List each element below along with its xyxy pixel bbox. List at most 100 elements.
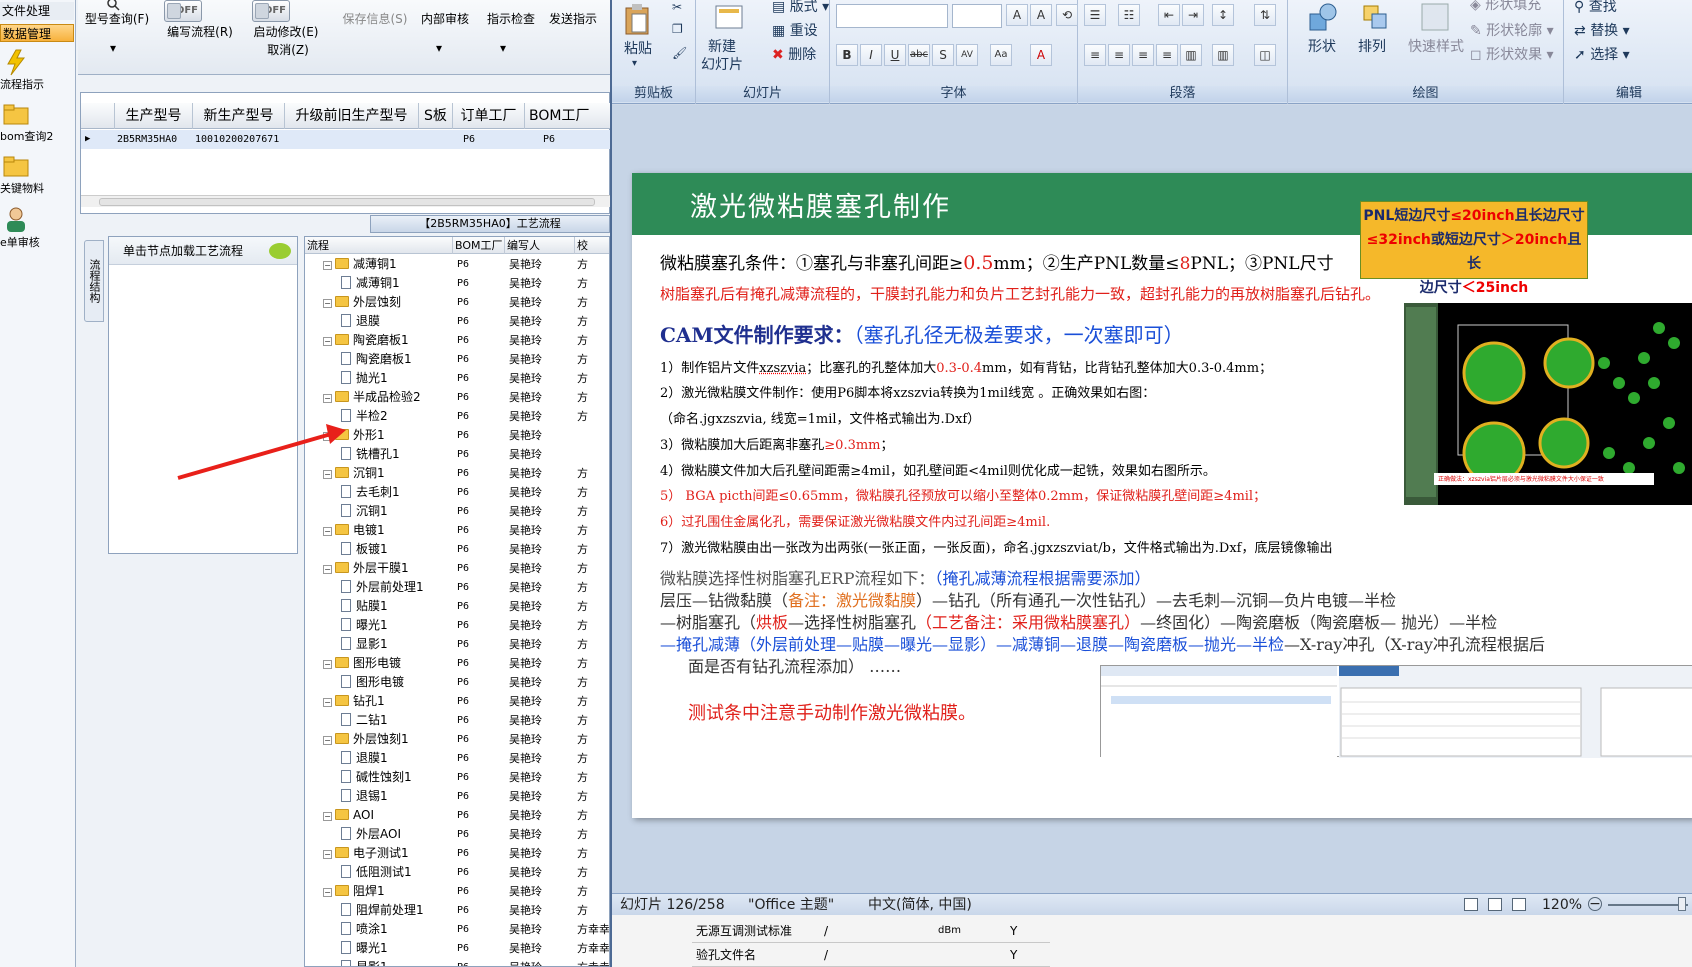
cad-screenshot-image: 正确做法：xzszvia铝片层必须与激光微粘膜文件大小保证一致: [1404, 303, 1692, 505]
find-button[interactable]: ⚲ 查找: [1574, 0, 1617, 16]
cad-warning-text: 正确做法：xzszvia铝片层必须与激光微粘膜文件大小保证一致: [1438, 474, 1604, 483]
columns-icon[interactable]: ▥: [1212, 44, 1234, 66]
align-left-icon[interactable]: ≡: [1084, 44, 1106, 66]
quick-style-icon: [1420, 2, 1450, 32]
erp-flow-title: 微粘膜选择性树脂塞孔ERP流程如下：（掩孔减薄流程根据需要添加）: [660, 565, 1151, 589]
requirement-7: 7）激光微粘膜由出一张改为出两张(一张正面，一张反面)，命名.jgxzszvia…: [660, 537, 1332, 556]
grow-font-icon[interactable]: A: [1006, 4, 1028, 26]
test-strip-note: 测试条中注意手动制作激光微粘膜。: [688, 699, 976, 725]
line-spacing-icon[interactable]: ↕: [1212, 4, 1234, 26]
slide-sorter-icon[interactable]: [1488, 898, 1502, 911]
bullets-icon[interactable]: ☰: [1084, 4, 1106, 26]
paste-button[interactable]: 粘贴: [624, 38, 652, 58]
ribbon-group-drawing: 形状 排列 快速样式 ◈ 形状填充 ✎ 形状轮廓 ▾ ◻ 形状效果 ▾ 绘图: [1288, 0, 1564, 104]
layout-icon: ▤: [772, 0, 790, 15]
cut-icon[interactable]: ✂: [672, 0, 682, 14]
layout-button[interactable]: ▤ 版式 ▾: [772, 0, 829, 16]
delete-icon: ✖: [772, 47, 788, 63]
decrease-indent-icon[interactable]: ⇤: [1158, 4, 1180, 26]
shapes-button[interactable]: 形状: [1308, 36, 1336, 56]
erp-screenshot-drawing: [1101, 666, 1692, 758]
background-erp-table: 无源互调测试标准 / dBm Y 验孔文件名 / Y: [612, 915, 1692, 967]
font-size-combo[interactable]: [952, 4, 1002, 28]
chevron-down-icon[interactable]: ▾: [632, 58, 637, 69]
shape-outline-button[interactable]: ✎ 形状轮廓 ▾: [1470, 20, 1554, 40]
erp-flow-line-2: —树脂塞孔（烘板—选择性树脂塞孔（工艺备注：采用微粘膜塞孔）—终固化）—陶瓷磨板…: [660, 609, 1497, 633]
erp-flow-line-1: 层压—钻微黏膜（备注：激光微黏膜）—钻孔（所有通孔一次性钻孔）—去毛刺—沉铜—负…: [660, 587, 1396, 611]
new-slide-button[interactable]: 新建: [708, 36, 736, 56]
language-status[interactable]: 中文(简体, 中国): [868, 894, 972, 916]
justify-icon[interactable]: ≡: [1156, 44, 1178, 66]
zoom-slider-thumb[interactable]: [1678, 897, 1686, 911]
powerpoint-window: 粘贴 ▾ ✂ ❐ 🖌 剪贴板 新建 幻灯片 ▤ 版式 ▾ ▦ 重设 ✖ 删除 幻…: [610, 0, 1692, 967]
clear-format-icon[interactable]: ⟲: [1056, 4, 1078, 26]
shape-effect-button[interactable]: ◻ 形状效果 ▾: [1470, 44, 1554, 64]
align-right-icon[interactable]: ≡: [1132, 44, 1154, 66]
ribbon-group-editing: ⚲ 查找 ⇄ 替换 ▾ ➚ 选择 ▾ 编辑: [1564, 0, 1692, 104]
binoculars-icon: ⚲: [1574, 0, 1589, 15]
replace-button[interactable]: ⇄ 替换 ▾: [1574, 20, 1630, 40]
align-center-icon[interactable]: ≡: [1108, 44, 1130, 66]
zoom-level[interactable]: 120%: [1542, 894, 1582, 916]
text-direction-icon[interactable]: ⇅: [1254, 4, 1276, 26]
ribbon-group-clipboard: 粘贴 ▾ ✂ ❐ 🖌 剪贴板: [612, 0, 696, 104]
delete-slide-button[interactable]: ✖ 删除: [772, 44, 816, 64]
font-name-combo[interactable]: [836, 4, 948, 28]
quick-style-button[interactable]: 快速样式: [1408, 36, 1464, 56]
slide[interactable]: 激光微粘膜塞孔制作 PNL短边尺寸≤20inch且长边尺寸 ≤32inch或短边…: [632, 173, 1692, 818]
note-line: ≤32inch或短边尺寸＞20inch且长: [1361, 228, 1587, 276]
shadow-icon[interactable]: S: [932, 44, 954, 66]
table-row[interactable]: 无源互调测试标准 / dBm Y: [692, 919, 1050, 943]
arrange-icon: [1360, 2, 1390, 32]
arrange-button[interactable]: 排列: [1358, 36, 1386, 56]
reset-icon: ▦: [772, 23, 790, 39]
smartart-icon[interactable]: ◫: [1254, 44, 1276, 66]
format-painter-icon[interactable]: 🖌: [672, 46, 687, 60]
cursor-icon: ➚: [1574, 47, 1590, 63]
requirement-2: 2）激光微粘膜文件制作：使用P6脚本将xzszvia转换为1mil线宽 。正确效…: [660, 382, 1155, 401]
zoom-out-icon[interactable]: −: [1588, 897, 1602, 911]
ribbon-group-label: 段落: [1078, 86, 1287, 102]
underline-icon[interactable]: U: [884, 44, 906, 66]
requirement-3: 3）微粘膜加大后距离非塞孔≥0.3mm；: [660, 434, 894, 453]
copy-icon[interactable]: ❐: [672, 22, 683, 36]
slide-title[interactable]: 激光微粘膜塞孔制作: [690, 185, 951, 224]
numbering-icon[interactable]: ☷: [1118, 4, 1140, 26]
normal-view-icon[interactable]: [1464, 898, 1478, 911]
strikethrough-icon[interactable]: abc: [908, 44, 930, 66]
note-line: PNL短边尺寸≤20inch且长边尺寸: [1361, 204, 1587, 228]
distribute-icon[interactable]: ▥: [1180, 44, 1202, 66]
slideshow-icon[interactable]: [1512, 898, 1526, 911]
new-slide-icon: [714, 2, 744, 32]
zoom-slider[interactable]: [1608, 904, 1688, 906]
select-button[interactable]: ➚ 选择 ▾: [1574, 44, 1630, 64]
reset-button[interactable]: ▦ 重设: [772, 20, 818, 40]
slide-editing-area: 激光微粘膜塞孔制作 PNL短边尺寸≤20inch且长边尺寸 ≤32inch或短边…: [612, 105, 1692, 893]
table-cell: 验孔文件名: [696, 943, 756, 967]
table-cell: Y: [1010, 943, 1017, 967]
change-case-icon[interactable]: Aa: [990, 44, 1012, 66]
requirement-2-naming: （命名.jgxzszvia, 线宽=1mil，文件格式输出为.Dxf）: [660, 408, 980, 427]
new-slide-label: 幻灯片: [701, 54, 743, 74]
bold-icon[interactable]: B: [836, 44, 858, 66]
table-row[interactable]: 验孔文件名 / Y: [692, 943, 1050, 967]
outline-icon: ✎: [1470, 23, 1486, 39]
table-cell: dBm: [938, 919, 961, 943]
increase-indent-icon[interactable]: ⇥: [1182, 4, 1204, 26]
requirement-5: 5） BGA picth间距≤0.65mm，微粘膜孔径预放可以缩小至整体0.2m…: [660, 485, 1266, 504]
erp-flow-line-4: 面是否有钻孔流程添加） ……: [688, 653, 901, 677]
theme-name: "Office 主题": [748, 894, 834, 916]
slide-counter: 幻灯片 126/258: [620, 894, 725, 916]
italic-icon[interactable]: I: [860, 44, 882, 66]
shrink-font-icon[interactable]: A: [1030, 4, 1052, 26]
plug-conditions: 微粘膜塞孔条件：①塞孔与非塞孔间距≥0.5mm；②生产PNL数量≤8PNL；③P…: [660, 249, 1334, 274]
char-spacing-icon[interactable]: AV: [956, 44, 978, 66]
paste-icon: [624, 4, 650, 34]
pnl-size-note[interactable]: PNL短边尺寸≤20inch且长边尺寸 ≤32inch或短边尺寸＞20inch且…: [1360, 201, 1588, 279]
note-line: 边尺寸＜25inch: [1361, 276, 1587, 300]
ribbon-group-label: 幻灯片: [696, 86, 829, 102]
status-bar: 幻灯片 126/258 "Office 主题" 中文(简体, 中国) 120% …: [612, 893, 1692, 915]
table-cell: 无源互调测试标准: [696, 919, 792, 943]
shape-fill-button[interactable]: ◈ 形状填充: [1470, 0, 1541, 14]
font-color-icon[interactable]: A: [1030, 44, 1052, 66]
